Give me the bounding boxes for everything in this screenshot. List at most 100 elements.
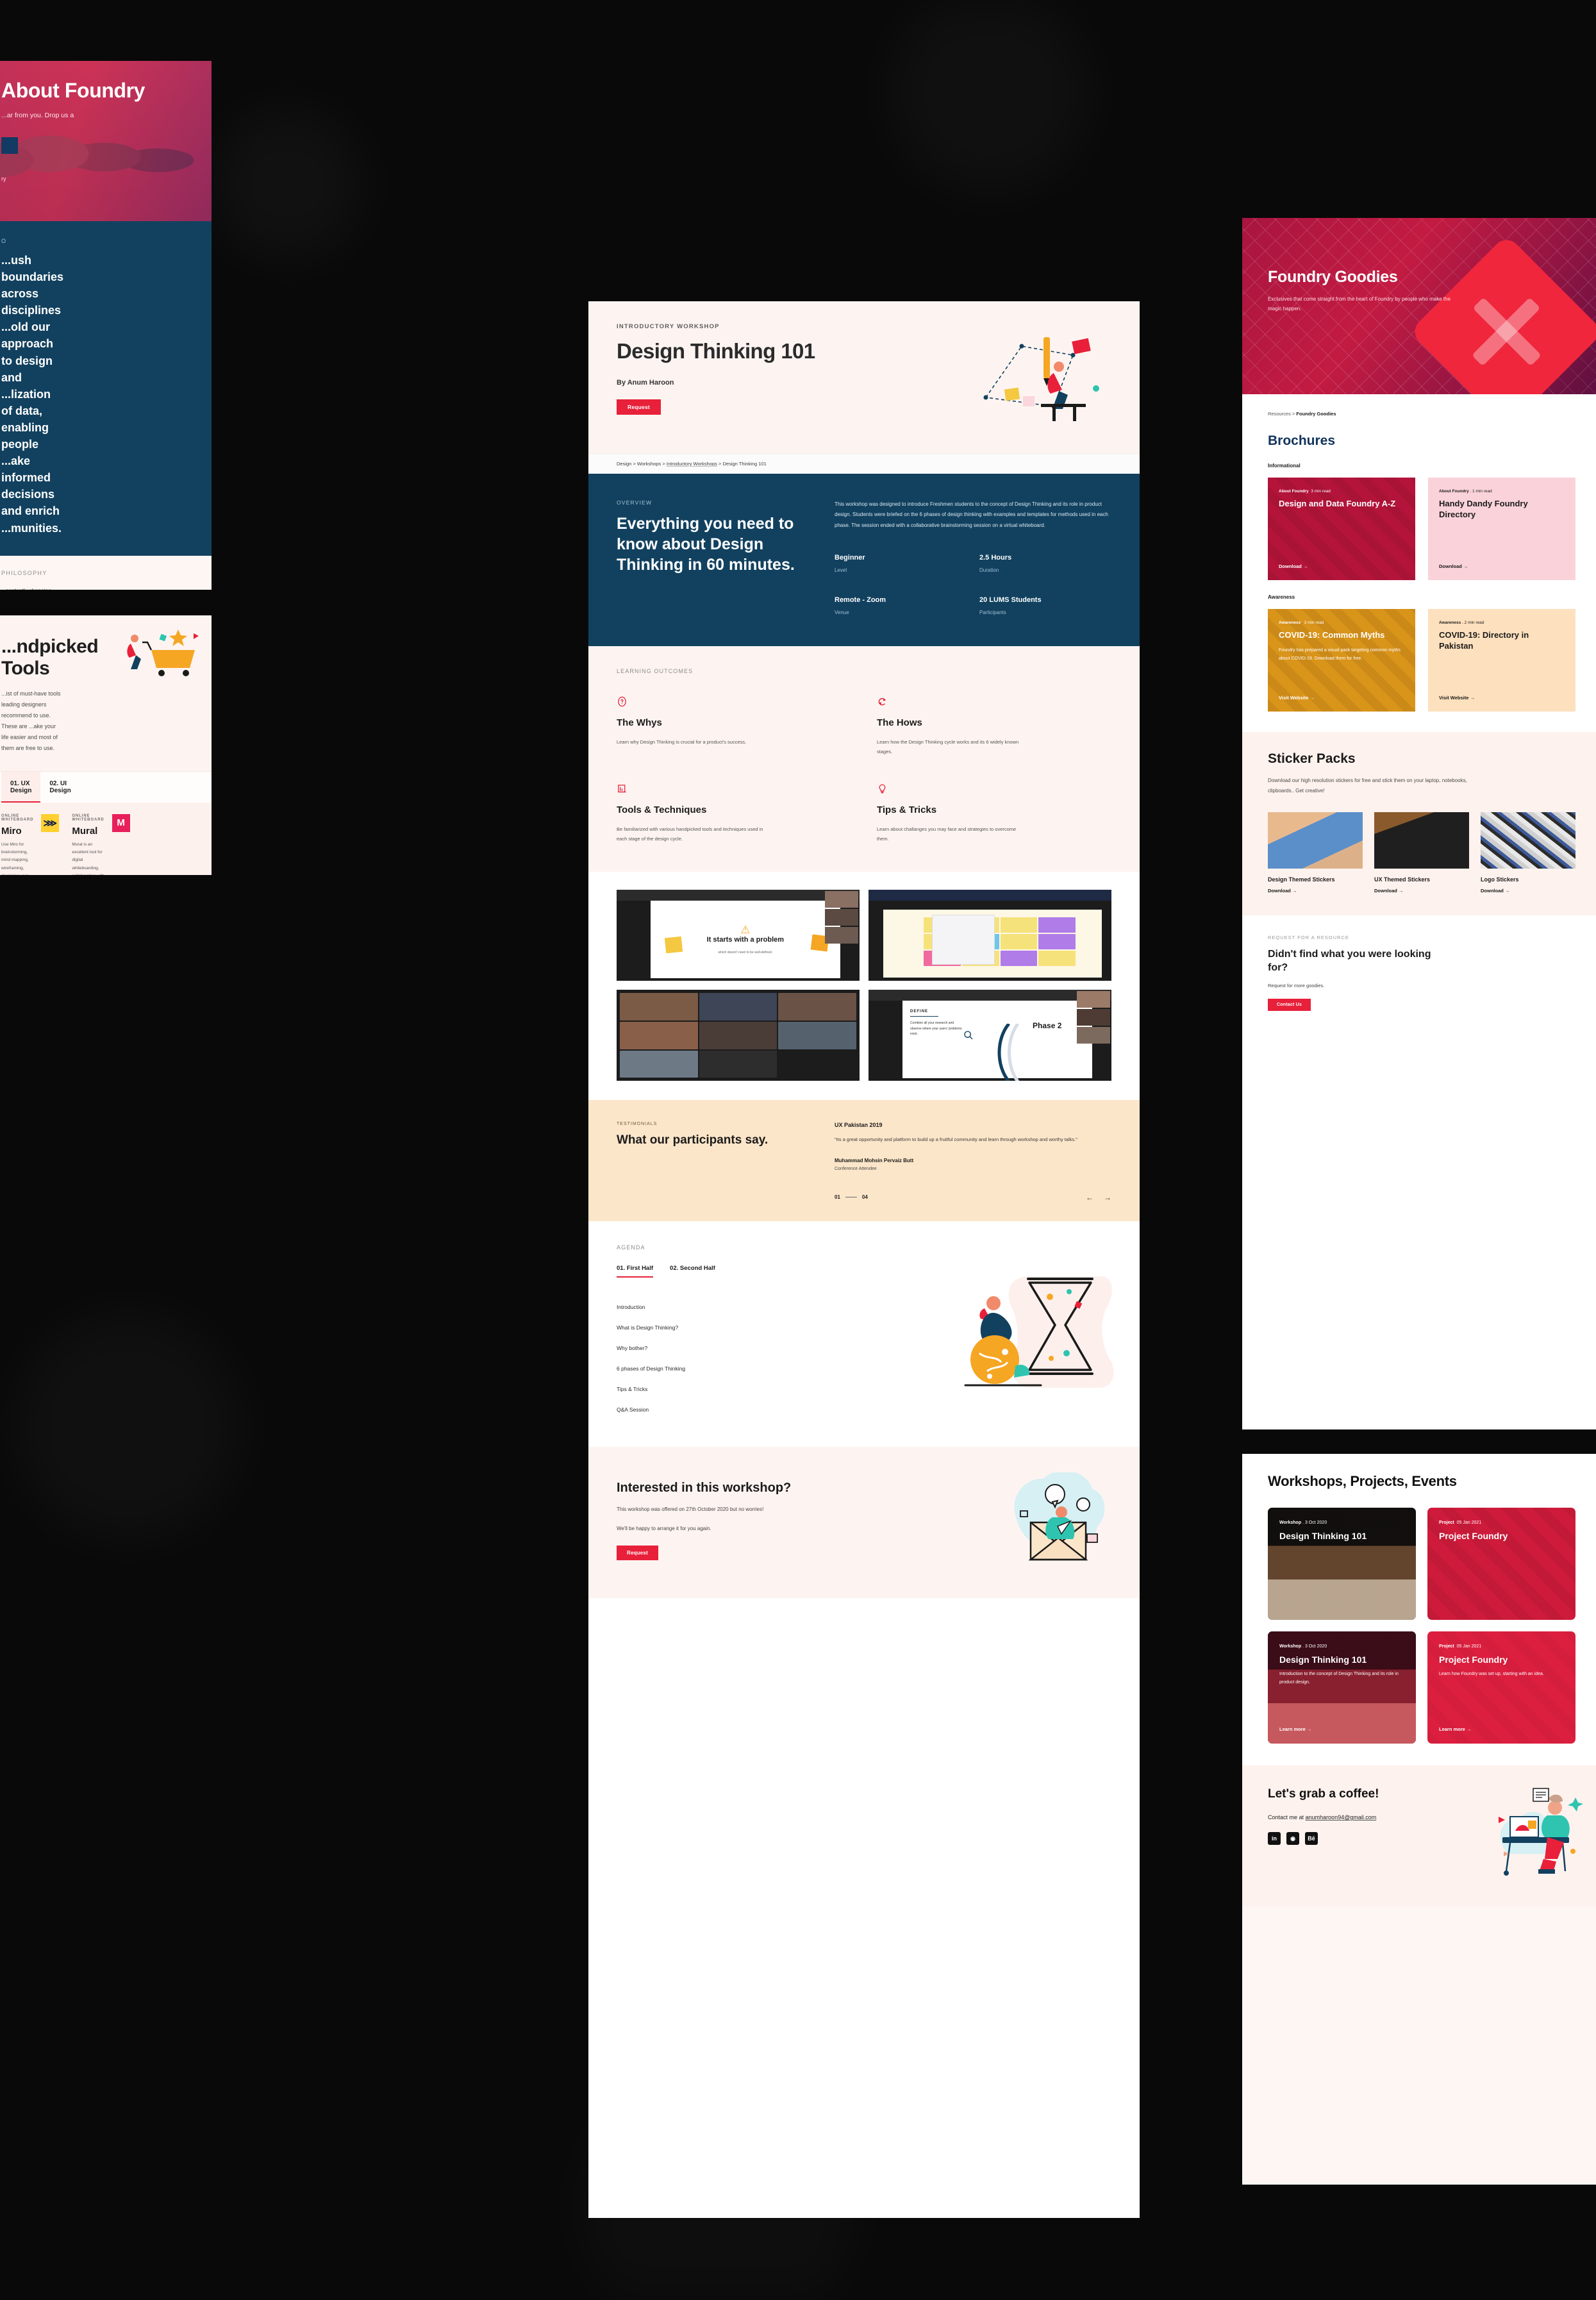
brochures-heading: Brochures bbox=[1268, 433, 1336, 448]
breadcrumb[interactable]: Resources > Foundry Goodies bbox=[1268, 411, 1575, 417]
brochure-readtime: 2 min read bbox=[1464, 621, 1484, 625]
outcome-title: The Hows bbox=[877, 717, 922, 729]
brochure-card[interactable]: Awareness . 3 min read COVID-19: Common … bbox=[1268, 609, 1415, 712]
slide-title: It starts with a problem bbox=[706, 936, 785, 944]
sticker-download-link[interactable]: Download → bbox=[1268, 888, 1363, 894]
stickers-heading: Sticker Packs bbox=[1268, 751, 1356, 766]
contact-footer: Let's grab a coffee! Contact me at anumh… bbox=[1242, 1765, 1596, 1906]
tool-card-miro[interactable]: ONLINE WHITEBOARD Miro Use Miro for brai… bbox=[1, 813, 60, 875]
sticker-pack-card[interactable]: Design Themed Stickers Download → bbox=[1268, 812, 1363, 894]
dribbble-icon[interactable]: ◉ bbox=[1286, 1832, 1299, 1845]
tools-list: ONLINE WHITEBOARD Miro Use Miro for brai… bbox=[0, 802, 212, 875]
zoom-participants-grid[interactable] bbox=[617, 990, 860, 1081]
wpe-card-workshop-bottom[interactable]: Workshop . 3 Oct 2020 Design Thinking 10… bbox=[1268, 1631, 1416, 1744]
fact-key: Duration bbox=[979, 567, 999, 574]
wpe-card-project-bottom[interactable]: Project 05 Jan 2021 Project Foundry Lear… bbox=[1427, 1631, 1575, 1744]
crumb-workshops[interactable]: Workshops bbox=[637, 461, 661, 467]
tab-second-half[interactable]: 02. Second Half bbox=[670, 1265, 715, 1278]
workshop-author: By Anum Haroon bbox=[617, 379, 674, 387]
tool-card-mural[interactable]: ONLINE WHITEBOARD Mural Mural is an exce… bbox=[72, 813, 130, 875]
sticker-title: Design Themed Stickers bbox=[1268, 876, 1335, 883]
wpe-card-grid: Workshop . 3 Oct 2020 Design Thinking 10… bbox=[1242, 1495, 1596, 1765]
testimonials-heading: What our participants say. bbox=[617, 1133, 769, 1147]
miro-logo-icon: ⋙ bbox=[41, 813, 60, 832]
wpe-date: 05 Jan 2021 bbox=[1456, 1644, 1482, 1649]
wpe-category: Project bbox=[1439, 1521, 1454, 1525]
fact-value: 20 LUMS Students bbox=[979, 596, 1042, 604]
crumb-sep: > bbox=[717, 461, 723, 467]
crumb-introductory[interactable]: Introductory Workshops bbox=[667, 461, 717, 467]
crumb-sep: > bbox=[661, 461, 667, 467]
brochure-card[interactable]: About Foundry . 1 min read Handy Dandy F… bbox=[1428, 478, 1575, 580]
tab-ui-design[interactable]: 02. UI Design bbox=[40, 772, 79, 803]
linkedin-icon[interactable]: in bbox=[1268, 1832, 1281, 1845]
brochure-title: COVID-19: Common Myths bbox=[1279, 630, 1385, 640]
contact-email-link[interactable]: anumharoon94@gmail.com bbox=[1306, 1814, 1377, 1821]
cta-request-button[interactable]: Request bbox=[617, 1545, 658, 1560]
testimonial-next-arrow-icon[interactable]: → bbox=[1104, 1193, 1111, 1202]
slide-phase-2-define[interactable]: DEFINE Combine all your research and obs… bbox=[869, 990, 1111, 1081]
goodies-subtitle: Exclusives that come straight from the h… bbox=[1268, 296, 1451, 312]
sticker-title: Logo Stickers bbox=[1481, 876, 1519, 883]
brochure-download-link[interactable]: Download → bbox=[1439, 563, 1468, 569]
brochure-card[interactable]: Awareness . 2 min read COVID-19: Directo… bbox=[1428, 609, 1575, 712]
workshop-cta-section: Interested in this workshop? This worksh… bbox=[588, 1446, 1140, 1598]
slide-it-starts-with-a-problem[interactable]: ⚠ It starts with a problem which doesn't… bbox=[617, 890, 860, 981]
tab-ux-design[interactable]: 01. UX Design bbox=[1, 771, 41, 803]
request-button[interactable]: Request bbox=[617, 399, 661, 415]
miro-board-voting-session[interactable] bbox=[869, 890, 1111, 981]
crumb-design[interactable]: Design bbox=[617, 461, 631, 467]
workshop-hero: INTRODUCTORY WORKSHOP Design Thinking 10… bbox=[588, 301, 1140, 453]
cta-line-1: This workshop was offered on 27th Octobe… bbox=[617, 1506, 764, 1512]
wpe-card-project-top[interactable]: Project 05 Jan 2021 Project Foundry bbox=[1427, 1508, 1575, 1620]
sticker-download-link[interactable]: Download → bbox=[1374, 888, 1469, 894]
brochure-download-link[interactable]: Download → bbox=[1279, 563, 1308, 569]
outcome-tools-techniques: Tools & Techniques Be familiarized with … bbox=[617, 783, 851, 844]
brochure-readtime: 1 min read bbox=[1472, 489, 1492, 494]
about-foundry-page: About Foundry ...ar from you. Drop us a … bbox=[0, 61, 212, 590]
brochure-desc: Foundry has prepared a visual pack targe… bbox=[1279, 647, 1401, 661]
tool-desc: Use Miro for brainstorming, mind mapping… bbox=[1, 842, 29, 875]
outcome-the-hows: The Hows Learn how the Design Thinking c… bbox=[877, 696, 1111, 756]
behance-icon[interactable]: Bē bbox=[1305, 1832, 1318, 1845]
workshops-projects-events-page: Workshops, Projects, Events Workshop . 3… bbox=[1242, 1454, 1596, 2185]
wpe-learn-more-link[interactable]: Learn more → bbox=[1439, 1726, 1471, 1732]
goodies-body: Resources > Foundry Goodies Brochures In… bbox=[1242, 394, 1596, 712]
sticker-pack-card[interactable]: UX Themed Stickers Download → bbox=[1374, 812, 1469, 894]
sticker-pack-card[interactable]: Logo Stickers Download → bbox=[1481, 812, 1575, 894]
brochure-category: About Foundry bbox=[1279, 489, 1309, 494]
wpe-title: Design Thinking 101 bbox=[1279, 1531, 1367, 1541]
fact-value: Beginner bbox=[835, 554, 865, 562]
tool-name: Miro bbox=[1, 825, 22, 837]
brochure-visit-link[interactable]: Visit Website → bbox=[1439, 695, 1475, 701]
handpicked-tools-page: ...ndpicked Tools ...ist of must-have to… bbox=[0, 615, 212, 875]
tab-first-half[interactable]: 01. First Half bbox=[617, 1265, 654, 1278]
brochure-card[interactable]: About Foundry 3 min read Design and Data… bbox=[1268, 478, 1415, 580]
outcome-desc: Be familiarized with various handpicked … bbox=[617, 826, 763, 842]
request-contact-button[interactable]: Contact Us bbox=[1268, 998, 1311, 1011]
mural-logo-icon: M bbox=[112, 813, 130, 832]
sticker-photo-logo bbox=[1481, 812, 1575, 869]
crumb-resources[interactable]: Resources > bbox=[1268, 411, 1296, 417]
breadcrumb[interactable]: Design > Workshops > Introductory Worksh… bbox=[588, 453, 1140, 474]
tools-intro: ...ist of must-have tools leading design… bbox=[1, 690, 61, 752]
sticker-photo-design bbox=[1268, 812, 1363, 869]
about-statement-band: o ...ush boundaries across disciplines .… bbox=[0, 221, 212, 556]
tool-category: ONLINE WHITEBOARD bbox=[72, 813, 104, 822]
wpe-learn-more-link[interactable]: Learn more → bbox=[1279, 1726, 1311, 1732]
testimonial-prev-arrow-icon[interactable]: ← bbox=[1086, 1193, 1093, 1202]
outcomes-eyebrow: LEARNING OUTCOMES bbox=[617, 668, 694, 675]
tools-tabs: 01. UX Design 02. UI Design bbox=[0, 771, 212, 803]
navy-accent-block bbox=[1, 137, 18, 154]
shopping-cart-illustration bbox=[127, 629, 199, 676]
overview-eyebrow: OVERVIEW bbox=[617, 499, 653, 506]
brochure-category: Awareness bbox=[1279, 621, 1301, 625]
testimonial-counter: 01 04 bbox=[835, 1194, 868, 1200]
tools-hero: ...ndpicked Tools ...ist of must-have to… bbox=[0, 615, 212, 771]
slide-title: Phase 2 bbox=[1033, 1021, 1062, 1030]
brochure-title: COVID-19: Directory in Pakistan bbox=[1439, 630, 1529, 651]
sticker-title: UX Themed Stickers bbox=[1374, 876, 1431, 883]
wpe-card-workshop-top[interactable]: Workshop . 3 Oct 2020 Design Thinking 10… bbox=[1268, 1508, 1416, 1620]
brochure-visit-link[interactable]: Visit Website → bbox=[1279, 695, 1315, 701]
sticker-download-link[interactable]: Download → bbox=[1481, 888, 1575, 894]
